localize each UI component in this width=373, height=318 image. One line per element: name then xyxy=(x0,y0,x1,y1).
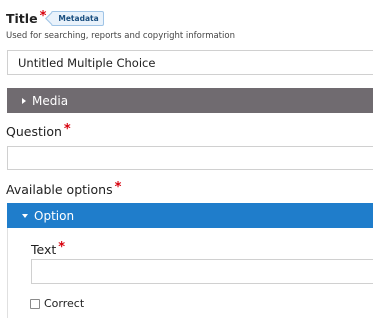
question-label: Question xyxy=(6,124,62,139)
option-label: Option xyxy=(34,208,75,223)
available-options-header: Available options * xyxy=(6,180,122,197)
caret-right-icon xyxy=(22,97,26,104)
media-collapsible-header[interactable]: Media xyxy=(7,88,373,113)
title-required-mark: * xyxy=(39,8,47,24)
title-input-value: Untitled Multiple Choice xyxy=(18,55,156,70)
option-text-input[interactable] xyxy=(31,259,373,284)
correct-checkbox-row[interactable]: Correct xyxy=(30,297,84,310)
title-help-text: Used for searching, reports and copyrigh… xyxy=(6,31,235,41)
option-collapsible-header[interactable]: Option xyxy=(7,203,373,228)
correct-label: Correct xyxy=(44,297,85,310)
question-field-header: Question * xyxy=(6,122,71,139)
option-text-header: Text * xyxy=(31,240,66,257)
correct-checkbox[interactable] xyxy=(30,298,40,309)
available-options-required-mark: * xyxy=(114,180,122,195)
title-label: Title xyxy=(6,10,38,26)
question-required-mark: * xyxy=(63,122,71,137)
title-field-header: Title * Metadata xyxy=(6,9,104,27)
caret-down-icon xyxy=(22,213,28,218)
title-input[interactable]: Untitled Multiple Choice xyxy=(7,50,373,75)
available-options-label: Available options xyxy=(6,182,113,197)
option-text-label: Text xyxy=(31,242,57,257)
media-label: Media xyxy=(32,93,69,108)
metadata-tag-label: Metadata xyxy=(58,13,99,23)
question-input[interactable] xyxy=(7,146,373,170)
option-text-required-mark: * xyxy=(58,240,66,255)
metadata-tag: Metadata xyxy=(51,10,104,26)
multiple-choice-editor-form: Title * Metadata Used for searching, rep… xyxy=(0,0,373,318)
